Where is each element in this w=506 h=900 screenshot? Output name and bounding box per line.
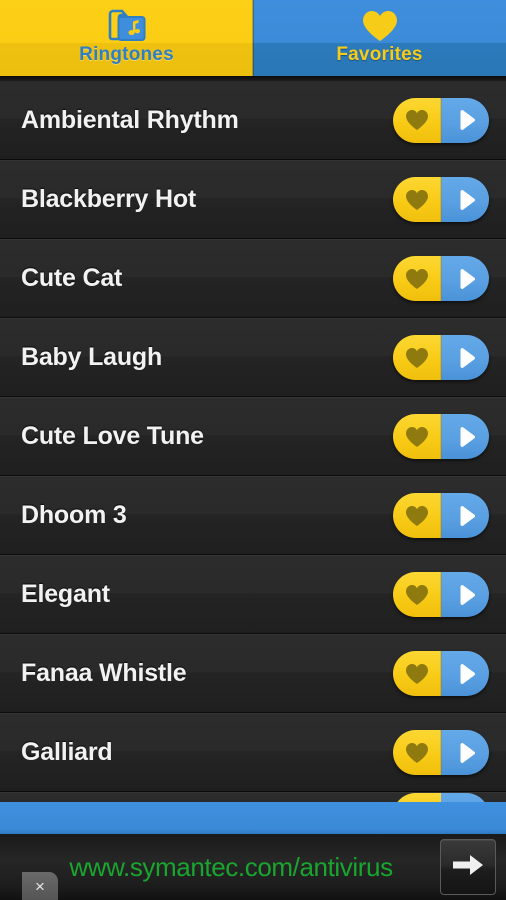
list-item[interactable]: Ambiental Rhythm: [0, 81, 506, 160]
list-item[interactable]: Elegant: [0, 555, 506, 634]
ringtone-title: Cute Cat: [21, 264, 123, 292]
favorite-button[interactable]: [393, 730, 441, 775]
tab-divider: [252, 0, 254, 76]
pill-divider: [440, 572, 442, 617]
play-button[interactable]: [441, 414, 489, 459]
pill-divider: [440, 335, 442, 380]
favorite-button[interactable]: [393, 97, 441, 143]
favorite-button[interactable]: [393, 177, 441, 222]
play-button[interactable]: [441, 97, 489, 143]
play-button[interactable]: [441, 493, 489, 538]
favorite-button[interactable]: [393, 651, 441, 696]
play-button[interactable]: [441, 335, 489, 380]
favorite-button[interactable]: [393, 493, 441, 538]
ringtone-title: Dhoom 3: [21, 501, 127, 529]
pill-divider: [440, 414, 442, 459]
ringtone-actions: [393, 177, 489, 222]
music-folder-icon: [107, 6, 147, 46]
play-button[interactable]: [441, 651, 489, 696]
ad-close-button[interactable]: ×: [22, 872, 58, 900]
tab-ringtones-label: Ringtones: [79, 44, 174, 65]
list-item[interactable]: Cute Love Tune: [0, 397, 506, 476]
pill-divider: [440, 651, 442, 696]
ringtone-actions: [393, 256, 489, 301]
tab-favorites-label: Favorites: [336, 44, 423, 65]
ad-url-text[interactable]: www.symantec.com/antivirus: [0, 852, 440, 883]
ringtone-title: Blackberry Hot: [21, 185, 197, 213]
pill-divider: [440, 97, 442, 143]
play-button[interactable]: [441, 572, 489, 617]
arrow-right-icon: [451, 852, 485, 883]
favorite-button[interactable]: [393, 414, 441, 459]
pill-divider: [440, 177, 442, 222]
play-button[interactable]: [441, 730, 489, 775]
favorite-button[interactable]: [393, 256, 441, 301]
pill-divider: [440, 730, 442, 775]
tab-bar-shadow: [0, 76, 506, 81]
ringtone-title: Fanaa Whistle: [21, 659, 187, 687]
tab-favorites[interactable]: Favorites: [253, 0, 506, 76]
pill-divider: [440, 493, 442, 538]
ringtone-actions: [393, 572, 489, 617]
bottom-blue-bar: [0, 802, 506, 834]
ad-arrow-button[interactable]: [440, 839, 496, 895]
app-root: Ringtones Favorites Ambiental Rhythm Blac…: [0, 0, 506, 900]
heart-icon: [361, 6, 399, 46]
ringtone-actions: [393, 97, 489, 143]
list-item[interactable]: Fanaa Whistle: [0, 634, 506, 713]
list-item[interactable]: Dhoom 3: [0, 476, 506, 555]
ringtone-title: Elegant: [21, 580, 110, 608]
ringtone-list[interactable]: Ambiental Rhythm Blackberry Hot Cute Cat Ba…: [0, 81, 506, 813]
favorite-button[interactable]: [393, 335, 441, 380]
ringtone-actions: [393, 730, 489, 775]
ringtone-actions: [393, 651, 489, 696]
list-item[interactable]: Galliard: [0, 713, 506, 792]
ringtone-actions: [393, 335, 489, 380]
ringtone-title: Cute Love Tune: [21, 422, 204, 450]
list-item[interactable]: Baby Laugh: [0, 318, 506, 397]
play-button[interactable]: [441, 256, 489, 301]
ringtone-actions: [393, 414, 489, 459]
close-icon: ×: [35, 876, 45, 896]
ad-banner[interactable]: www.symantec.com/antivirus: [0, 834, 506, 900]
ringtone-actions: [393, 493, 489, 538]
tab-bar: Ringtones Favorites: [0, 0, 506, 76]
ringtone-title: Galliard: [21, 738, 113, 766]
play-button[interactable]: [441, 177, 489, 222]
list-item[interactable]: Blackberry Hot: [0, 160, 506, 239]
list-item[interactable]: Cute Cat: [0, 239, 506, 318]
pill-divider: [440, 256, 442, 301]
ringtone-title: Baby Laugh: [21, 343, 163, 371]
ringtone-title: Ambiental Rhythm: [21, 105, 239, 134]
favorite-button[interactable]: [393, 572, 441, 617]
tab-ringtones[interactable]: Ringtones: [0, 0, 253, 76]
